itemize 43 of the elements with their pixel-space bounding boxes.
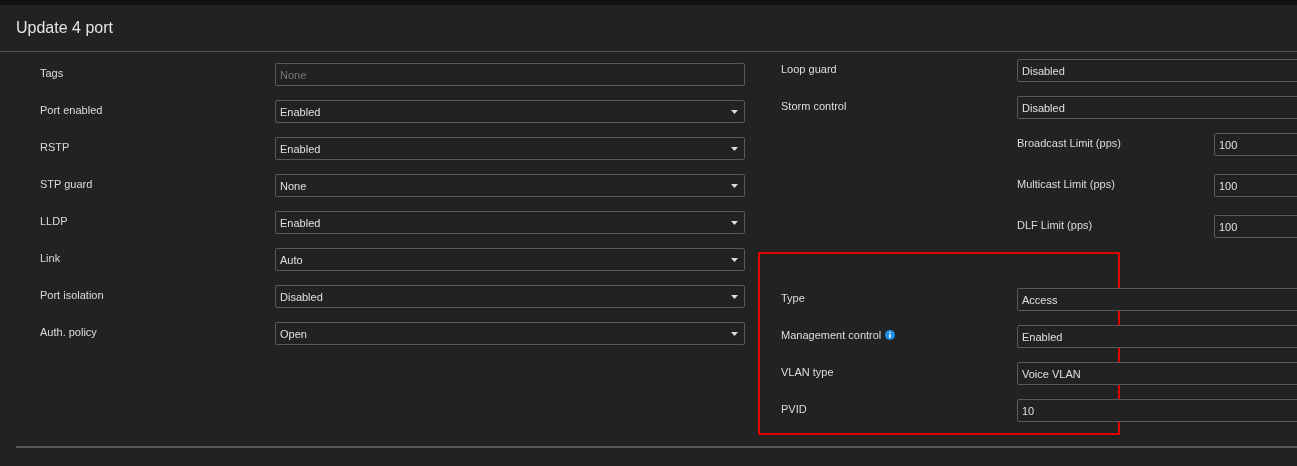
field-label: Type bbox=[781, 292, 805, 304]
caret-icon bbox=[731, 146, 738, 151]
field-label: Port enabled bbox=[40, 103, 104, 118]
info-icon[interactable] bbox=[885, 330, 896, 340]
dropdown[interactable]: Enabled bbox=[275, 100, 745, 123]
field-label: Port isolation bbox=[40, 288, 105, 303]
field-label: Storm control bbox=[781, 99, 848, 114]
dropdown[interactable]: Open bbox=[275, 322, 745, 345]
field-label: Link bbox=[40, 251, 62, 266]
dropdown[interactable]: Disabled bbox=[1017, 59, 1297, 82]
dropdown[interactable]: None bbox=[275, 174, 745, 197]
caret-icon bbox=[731, 220, 738, 225]
dropdown[interactable]: Access bbox=[1017, 288, 1297, 311]
field-label: VLAN type bbox=[781, 366, 834, 378]
field-label: Loop guard bbox=[781, 62, 838, 77]
input-field[interactable]: 100 bbox=[1214, 133, 1297, 156]
input-field[interactable]: 100 bbox=[1214, 215, 1297, 238]
caret-icon bbox=[731, 331, 738, 336]
field-label: DLF Limit (pps) bbox=[1017, 218, 1094, 233]
input-field[interactable]: 10 bbox=[1017, 399, 1297, 422]
field-label: LLDP bbox=[40, 214, 69, 229]
dialog-title: Update 4 port bbox=[16, 19, 113, 37]
field-label: PVID bbox=[781, 403, 807, 415]
caret-icon bbox=[731, 257, 738, 262]
input-field[interactable]: 100 bbox=[1214, 174, 1297, 197]
dropdown[interactable]: Disabled bbox=[275, 285, 745, 308]
field-label: Auth. policy bbox=[40, 325, 98, 340]
field-label: Broadcast Limit (pps) bbox=[1017, 136, 1122, 151]
input-field[interactable]: None bbox=[275, 63, 745, 86]
field-label: RSTP bbox=[40, 140, 71, 155]
field-label: STP guard bbox=[40, 177, 94, 192]
dropdown[interactable]: Disabled bbox=[1017, 96, 1297, 119]
dropdown[interactable]: Auto bbox=[275, 248, 745, 271]
field-label: Multicast Limit (pps) bbox=[1017, 177, 1116, 192]
dropdown[interactable]: Enabled bbox=[1017, 325, 1297, 348]
caret-icon bbox=[731, 183, 738, 188]
field-label: Tags bbox=[40, 66, 65, 81]
caret-icon bbox=[731, 109, 738, 114]
caret-icon bbox=[731, 294, 738, 299]
dropdown[interactable]: Enabled bbox=[275, 211, 745, 234]
dropdown[interactable]: Voice VLAN bbox=[1017, 362, 1297, 385]
field-label: Management control bbox=[781, 329, 882, 341]
dropdown[interactable]: Enabled bbox=[275, 137, 745, 160]
